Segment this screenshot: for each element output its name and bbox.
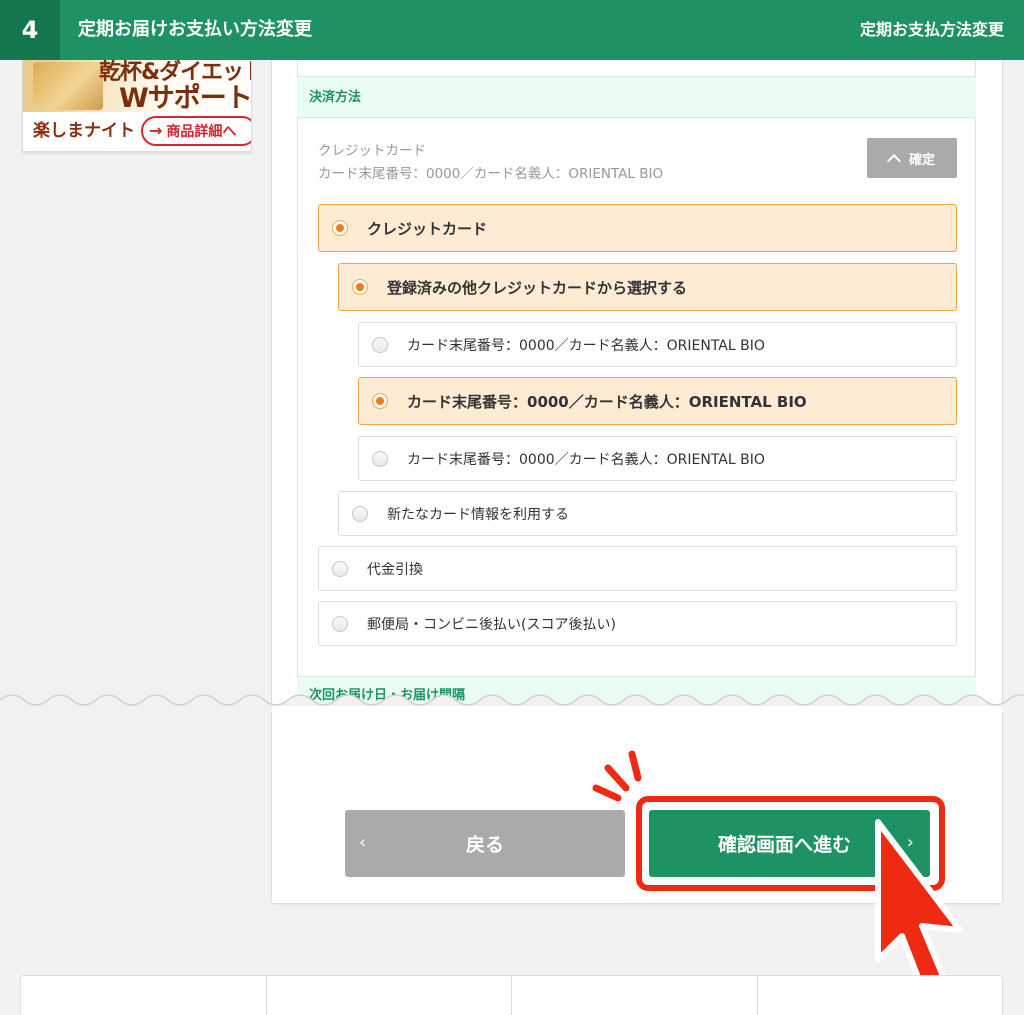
option-card-1[interactable]: カード末尾番号：0000／カード名義人：ORIENTAL BIO [358,322,957,367]
footer-tab[interactable] [267,976,512,1015]
chevron-left-icon: ‹ [359,832,367,853]
radio-selected-icon [332,220,348,236]
chevron-up-icon [886,153,902,169]
arrow-right-icon: → [149,121,163,140]
step-number: 4 [0,0,60,60]
footer-tab[interactable] [21,976,267,1015]
product-detail-button[interactable]: → 商品詳細へ [141,116,251,146]
radio-icon [332,560,348,577]
footer-navigation [20,975,1003,1015]
current-payment-method: クレジットカード カード末尾番号：0000／カード名義人：ORIENTAL BI… [318,140,663,186]
promo-banner[interactable]: 乾杯&ダイエット Wサポート 楽しまナイト → 商品詳細へ [22,60,252,152]
back-button[interactable]: ‹ 戻る [345,810,625,877]
radio-icon [372,336,388,353]
option-credit-card[interactable]: クレジットカード [318,204,957,252]
confirm-button[interactable]: 確定 [867,138,957,178]
step-title: 定期お届けお支払い方法変更 [78,19,312,40]
option-card-3[interactable]: カード末尾番号：0000／カード名義人：ORIENTAL BIO [358,436,957,481]
footer-tab[interactable] [512,976,758,1015]
radio-icon [332,615,348,632]
banner-product-name: 楽しまナイト [33,121,135,141]
step-header: 4 定期お届けお支払い方法変更 定期お支払方法変更 [0,0,1024,60]
current-method-name: クレジットカード [318,143,426,159]
product-image [33,62,103,110]
attention-sparks-icon [592,750,642,802]
banner-headline-2: Wサポート [119,83,252,114]
radio-icon [372,450,388,467]
current-method-detail: カード末尾番号：0000／カード名義人：ORIENTAL BIO [318,166,664,182]
payment-section-header: 決済方法 [297,76,976,118]
radio-selected-icon [352,279,368,295]
step-right-label: 定期お支払方法変更 [859,20,1004,39]
option-post-pay[interactable]: 郵便局・コンビニ後払い(スコア後払い) [318,601,957,646]
option-card-2[interactable]: カード末尾番号：0000／カード名義人：ORIENTAL BIO [358,377,957,425]
option-new-card[interactable]: 新たなカード情報を利用する [338,491,957,536]
radio-selected-icon [372,393,388,409]
option-cash-on-delivery[interactable]: 代金引換 [318,546,957,591]
footer-tab[interactable] [758,976,1003,1015]
radio-icon [352,505,368,522]
option-registered-other-card[interactable]: 登録済みの他クレジットカードから選択する [338,263,957,311]
